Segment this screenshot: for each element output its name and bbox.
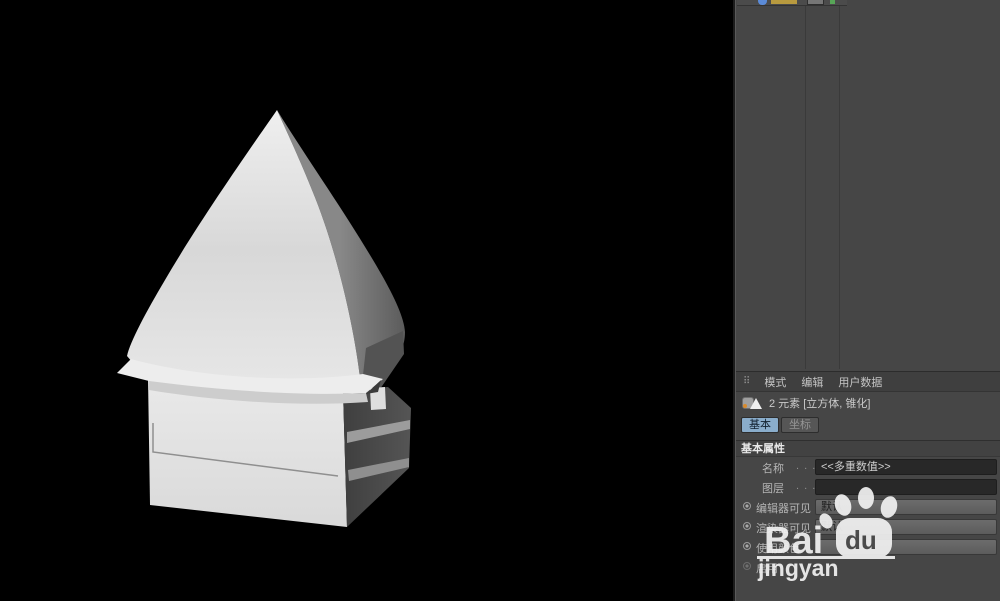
attribute-manager: ⠿ 模式 编辑 用户数据 2 元素 [立方体, 锥化] 基本 坐标 基本属性 名…: [736, 371, 1000, 577]
keyframe-dot-icon[interactable]: [743, 562, 751, 570]
gray-button-icon[interactable]: [807, 0, 824, 5]
object-manager-clipped-strip: [737, 0, 847, 6]
keyframe-dot-icon[interactable]: [743, 542, 751, 550]
row-renderer-visible: 渲染器可见 默认: [736, 517, 1000, 537]
panel-column-divider: [805, 6, 806, 369]
attribute-tabs: 基本 坐标: [736, 414, 1000, 436]
tab-coordinates[interactable]: 坐标: [781, 417, 819, 433]
renderer-visible-dropdown[interactable]: 默认: [815, 519, 997, 535]
menu-user-data[interactable]: 用户数据: [838, 374, 882, 390]
row-editor-visible: 编辑器可见 默认: [736, 497, 1000, 517]
keyframe-dot-icon[interactable]: [743, 522, 751, 530]
row-name: 名称 . . . . . <<多重数值>>: [736, 457, 1000, 477]
use-color-label: 使用颜色: [756, 540, 800, 556]
menu-edit[interactable]: 编辑: [801, 374, 823, 390]
renderer-visible-label: 渲染器可见: [756, 520, 811, 536]
yellow-label-icon: [771, 0, 797, 4]
keyframe-dot-icon[interactable]: [743, 502, 751, 510]
use-color-dropdown[interactable]: [815, 539, 997, 555]
row-enabled: 启用: [736, 557, 1000, 577]
selection-icons: [742, 395, 762, 411]
editor-visible-label: 编辑器可见: [756, 500, 811, 516]
menu-mode[interactable]: 模式: [764, 374, 786, 390]
editor-visible-dropdown[interactable]: 默认: [815, 499, 997, 515]
section-basic-properties: 基本属性: [736, 440, 1000, 457]
green-state-icon: [830, 0, 835, 4]
3d-viewport[interactable]: [0, 0, 733, 601]
name-label: 名称: [762, 460, 784, 476]
row-layer: 图层 . . . . .: [736, 477, 1000, 497]
blue-object-icon: [758, 0, 767, 5]
tab-basic[interactable]: 基本: [741, 417, 779, 433]
viewport-canvas: [0, 0, 733, 601]
taper-icon: [750, 398, 762, 409]
orange-dot-icon: [743, 404, 747, 408]
layer-input[interactable]: [815, 479, 997, 495]
panel-column-divider: [839, 6, 840, 369]
selection-info-row: 2 元素 [立方体, 锥化]: [736, 392, 1000, 414]
enabled-label: 启用: [756, 560, 778, 576]
selection-count-text: 2 元素 [立方体, 锥化]: [769, 395, 870, 411]
drag-handle-icon[interactable]: ⠿: [743, 376, 749, 387]
name-input[interactable]: <<多重数值>>: [815, 459, 997, 475]
row-use-color: 使用颜色: [736, 537, 1000, 557]
attribute-manager-panel: ⠿ 模式 编辑 用户数据 2 元素 [立方体, 锥化] 基本 坐标 基本属性 名…: [733, 0, 1000, 601]
attribute-menubar: ⠿ 模式 编辑 用户数据: [736, 372, 1000, 392]
layer-label: 图层: [762, 480, 784, 496]
